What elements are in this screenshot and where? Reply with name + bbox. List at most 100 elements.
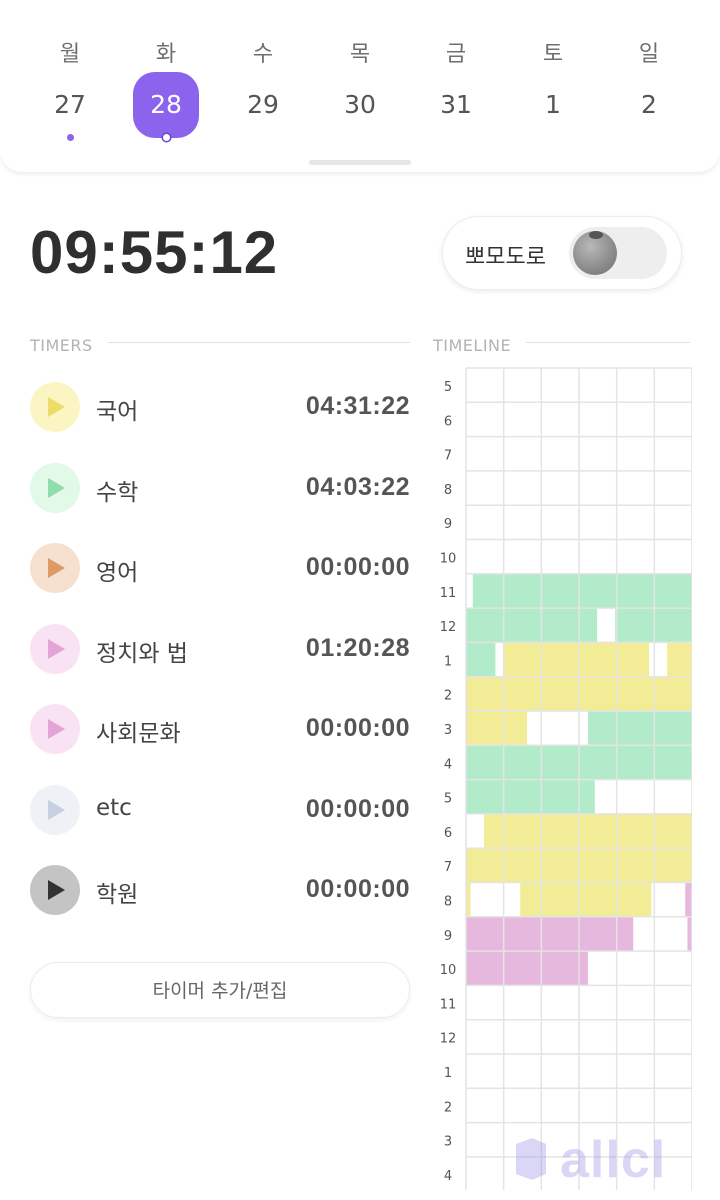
play-button[interactable] <box>30 865 80 915</box>
timeline-hour-label: 8 <box>444 895 452 910</box>
play-button[interactable] <box>30 784 80 835</box>
timer-name: etc <box>96 794 132 821</box>
timeline-hour-label: 12 <box>440 1032 457 1047</box>
pomodoro-toggle-card: 뽀모도로 <box>442 216 682 290</box>
day-number: 30 <box>344 90 376 119</box>
timeline-hour-label: 5 <box>444 380 452 395</box>
timeline-block-pink <box>466 951 589 986</box>
timer-row[interactable]: 학원 00:00:00 <box>28 861 410 921</box>
play-button[interactable] <box>30 382 80 432</box>
play-icon <box>48 397 65 417</box>
timeline-block-yellow <box>667 642 692 677</box>
allcl-logo-icon <box>516 1138 546 1180</box>
timeline-hour-label: 6 <box>444 414 452 429</box>
timeline-block-pink <box>685 882 692 917</box>
play-icon <box>48 638 65 659</box>
day-name: 일 <box>638 42 660 67</box>
timeline-block-green <box>615 608 692 643</box>
day-name: 월 <box>59 42 81 67</box>
activity-dot <box>163 134 170 141</box>
activity-dot <box>67 134 74 141</box>
play-button[interactable] <box>30 623 80 674</box>
timer-elapsed: 04:03:22 <box>305 472 410 501</box>
tomato-icon <box>573 231 617 275</box>
play-button[interactable] <box>30 704 80 754</box>
timer-elapsed: 01:20:28 <box>305 633 410 662</box>
timeline-block-green <box>472 573 692 609</box>
play-button[interactable] <box>30 462 80 513</box>
timeline-hour-label: 3 <box>444 1135 452 1150</box>
timeline-hour-label: 9 <box>444 929 452 944</box>
timer-elapsed: 00:00:00 <box>305 714 410 742</box>
timers-section-title: TIMERS <box>30 336 93 355</box>
current-time: 09:55:12 <box>30 219 279 286</box>
play-icon <box>48 558 65 578</box>
play-icon <box>48 477 65 498</box>
day-name: 수 <box>252 42 274 67</box>
day-name: 목 <box>349 42 371 67</box>
day-number: 1 <box>545 90 561 119</box>
timeline-block-green <box>466 608 598 643</box>
timer-row[interactable]: 국어 04:31:22 <box>28 378 410 438</box>
timer-name: 학원 <box>96 882 139 908</box>
timeline-hour-label: 4 <box>444 757 452 772</box>
play-icon <box>48 880 65 900</box>
timer-name: 수학 <box>96 479 139 506</box>
timeline-hour-label: 9 <box>444 517 452 532</box>
drawer-handle[interactable] <box>309 160 411 165</box>
timeline-hour-label: 11 <box>440 586 457 601</box>
pomodoro-label: 뽀모도로 <box>465 245 546 270</box>
timer-name: 영어 <box>96 560 139 586</box>
watermark-text: allcl <box>560 1131 667 1189</box>
timer-row[interactable]: 사회문화 00:00:00 <box>28 700 410 760</box>
timeline-block-yellow <box>520 882 652 917</box>
tomato-leaf <box>589 231 603 239</box>
timer-elapsed: 00:00:00 <box>305 794 410 823</box>
timer-name: 사회문화 <box>96 721 181 747</box>
play-icon <box>48 799 65 820</box>
timer-name: 정치와 법 <box>96 640 188 667</box>
timeline-block-yellow <box>504 642 650 677</box>
timeline-hour-label: 8 <box>444 483 452 498</box>
timer-row[interactable]: 정치와 법 01:20:28 <box>28 620 410 680</box>
app-screen: 월 27 화 28 수 29 목 30 금 31 토 1 일 2 09:55:12 뽀모도로 TIMERS… <box>0 0 720 1200</box>
timer-elapsed: 00:00:00 <box>305 553 410 581</box>
timer-name: 국어 <box>96 399 139 425</box>
day-name: 토 <box>542 42 564 67</box>
timer-row[interactable]: 수학 04:03:22 <box>28 459 410 519</box>
add-edit-timer-button[interactable]: 타이머 추가/편집 <box>30 962 410 1018</box>
timeline-hour-label: 2 <box>444 1100 452 1115</box>
timeline-section-title: TIMELINE <box>433 336 512 355</box>
day-name: 금 <box>445 42 467 67</box>
timeline-divider <box>526 342 690 343</box>
timeline-hour-label: 4 <box>444 1169 452 1184</box>
day-number: 31 <box>440 90 472 119</box>
timeline-hour-label: 2 <box>444 689 452 704</box>
timeline-hour-label: 10 <box>440 963 457 978</box>
timer-elapsed: 00:00:00 <box>305 875 410 903</box>
day-number: 28 <box>133 72 199 138</box>
pomodoro-switch[interactable] <box>569 227 667 279</box>
timeline-block-green <box>466 642 496 677</box>
play-button[interactable] <box>30 543 80 593</box>
day-number: 27 <box>54 90 86 119</box>
timeline-hour-label: 1 <box>444 1066 452 1081</box>
timeline-hour-label: 1 <box>444 654 452 669</box>
timeline-hour-label: 12 <box>440 620 457 635</box>
timers-divider <box>108 342 410 343</box>
timeline-hour-label: 7 <box>444 860 452 875</box>
timer-row[interactable]: 영어 00:00:00 <box>28 539 410 599</box>
timeline-block-pink <box>466 916 634 952</box>
timer-row[interactable]: etc 00:00:00 <box>28 781 410 841</box>
timeline-hour-label: 6 <box>444 826 452 841</box>
timer-elapsed: 04:31:22 <box>305 392 410 420</box>
timeline-hour-label: 7 <box>444 449 452 464</box>
timeline-grid: 567891011121234567891011121234 <box>440 367 692 1190</box>
timeline-block-yellow <box>484 813 692 849</box>
day-number: 2 <box>641 90 657 119</box>
week-strip: 월 27 화 28 수 29 목 30 금 31 토 1 일 2 <box>0 0 720 172</box>
timeline-block-yellow <box>466 711 528 746</box>
play-icon <box>48 719 65 739</box>
timeline-hour-label: 10 <box>440 552 457 567</box>
timeline-hour-label: 5 <box>444 792 452 807</box>
